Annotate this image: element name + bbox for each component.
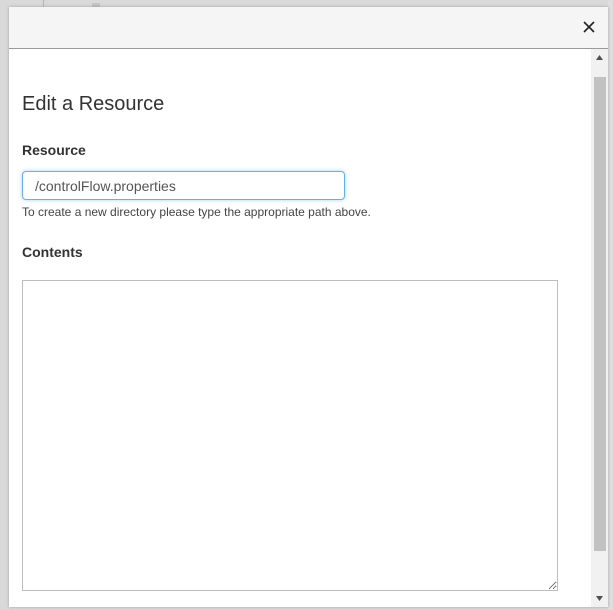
scroll-down-button[interactable] [591, 590, 608, 607]
vertical-scrollbar[interactable] [591, 49, 608, 607]
edit-resource-dialog: Edit a Resource Resource To create a new… [9, 7, 608, 607]
contents-label: Contents [22, 244, 83, 260]
contents-textarea[interactable] [22, 280, 558, 591]
resource-hint: To create a new directory please type th… [22, 205, 371, 219]
dialog-header [9, 7, 608, 49]
scroll-up-button[interactable] [591, 49, 608, 66]
close-button[interactable] [578, 16, 600, 38]
chevron-down-icon [596, 596, 603, 601]
dialog-title: Edit a Resource [22, 93, 165, 115]
backdrop-divider [43, 0, 44, 7]
scrollbar-thumb[interactable] [594, 77, 606, 551]
dialog-body: Edit a Resource Resource To create a new… [9, 49, 591, 607]
close-icon [583, 21, 595, 33]
chevron-up-icon [596, 55, 603, 60]
resource-path-input[interactable] [22, 171, 345, 200]
resource-label: Resource [22, 142, 86, 158]
backdrop-edge [608, 0, 613, 610]
